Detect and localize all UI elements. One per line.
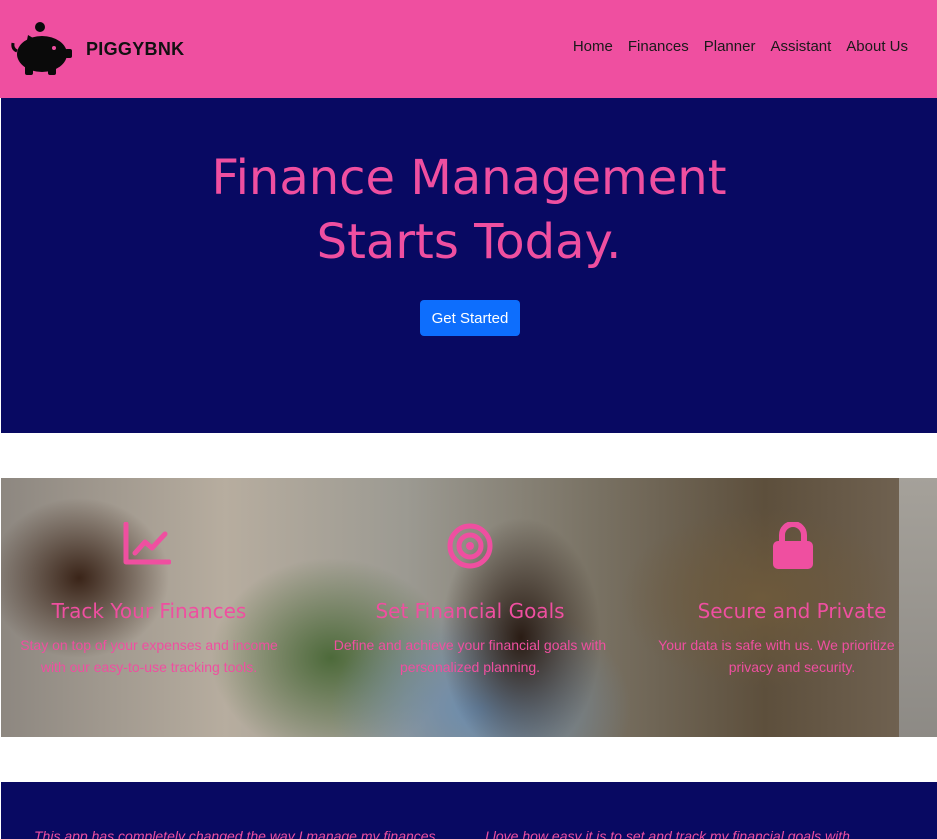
features-section: Track Your Finances Stay on top of your …	[1, 478, 899, 737]
hero-title: Finance Management Starts Today.	[1, 146, 937, 274]
feature-text-line2: privacy and security.	[728, 659, 856, 675]
feature-title: Track Your Finances	[51, 599, 247, 623]
nav-link-home[interactable]: Home	[573, 38, 613, 55]
hero-title-line2: Starts Today.	[316, 214, 622, 270]
hero-title-line1: Finance Management	[211, 150, 727, 206]
feature-title: Secure and Private	[697, 599, 887, 623]
feature-text-line1: Define and achieve your financial goals …	[333, 637, 607, 653]
testimonials-section: This app has completely changed the way …	[1, 782, 937, 839]
target-icon	[447, 523, 493, 569]
feature-text-line2: personalized planning.	[399, 659, 541, 675]
line-chart-icon	[123, 522, 171, 565]
feature-text-line2: with our easy-to-use tracking tools.	[40, 659, 258, 675]
testimonial-2: I love how easy it is to set and track m…	[485, 828, 850, 839]
testimonial-1: This app has completely changed the way …	[34, 828, 440, 839]
nav-link-assistant[interactable]: Assistant	[770, 38, 831, 55]
brand[interactable]: PIGGYBNK	[10, 21, 184, 77]
feature-text: Your data is safe with us. We prioritize…	[642, 634, 899, 678]
lock-icon	[773, 522, 813, 569]
feature-text-line1: Stay on top of your expenses and income	[20, 637, 278, 653]
hero-section: Finance Management Starts Today. Get Sta…	[1, 98, 937, 433]
nav-links: Home Finances Planner Assistant About Us	[573, 38, 908, 55]
feature-title: Set Financial Goals	[375, 599, 565, 623]
feature-text: Stay on top of your expenses and income …	[1, 634, 299, 678]
features-background-edge	[899, 478, 937, 737]
nav-link-finances[interactable]: Finances	[628, 38, 689, 55]
get-started-button[interactable]: Get Started	[420, 300, 520, 336]
brand-name: PIGGYBNK	[86, 38, 185, 59]
nav-link-planner[interactable]: Planner	[704, 38, 756, 55]
nav-link-about-us[interactable]: About Us	[846, 38, 908, 55]
navbar: PIGGYBNK Home Finances Planner Assistant…	[0, 0, 937, 98]
piggy-bank-icon	[11, 22, 72, 75]
feature-text-line1: Your data is safe with us. We prioritize…	[658, 637, 899, 653]
feature-text: Define and achieve your financial goals …	[320, 634, 620, 678]
